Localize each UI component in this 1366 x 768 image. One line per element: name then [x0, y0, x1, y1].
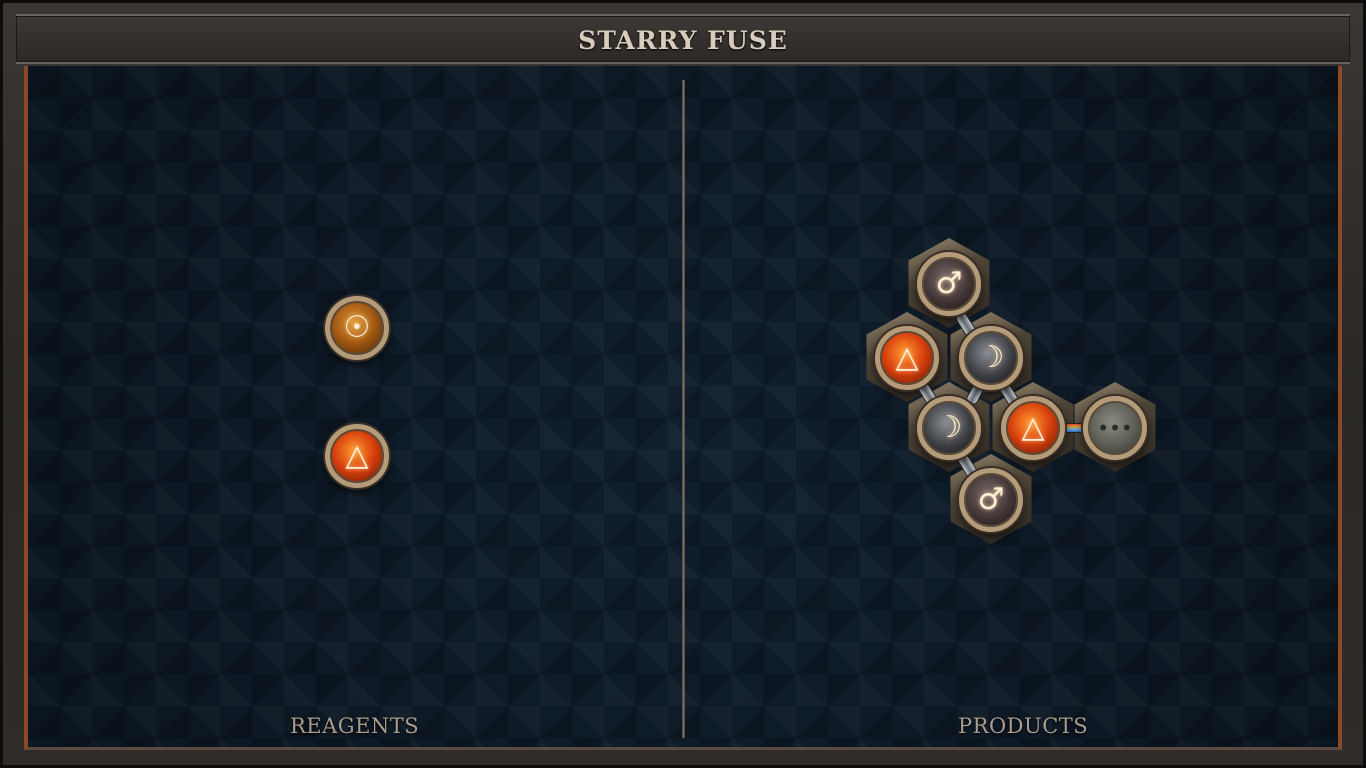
product-atom-fire[interactable]: △: [1001, 396, 1065, 460]
product-atom-iron[interactable]: ♂: [917, 252, 981, 316]
page-title: STARRY FUSE: [578, 26, 788, 55]
product-atom-quintessence[interactable]: •••: [1083, 396, 1147, 460]
ellipsis-icon: •••: [1097, 416, 1133, 440]
product-atom-silver[interactable]: ☽: [917, 396, 981, 460]
fire-symbol-icon: △: [895, 340, 919, 375]
iron-symbol-icon: ♂: [935, 266, 963, 301]
section-divider: [682, 80, 685, 738]
product-atom-fire[interactable]: △: [875, 326, 939, 390]
fire-symbol-icon: △: [345, 438, 369, 473]
reagent-fire-orb[interactable]: △: [325, 424, 389, 488]
salt-symbol-icon: ☉: [343, 310, 371, 345]
products-label: PRODUCTS: [958, 714, 1089, 738]
fire-symbol-icon: △: [1021, 410, 1045, 445]
title-bar: STARRY FUSE: [16, 14, 1350, 64]
iron-symbol-icon: ♂: [977, 482, 1005, 517]
product-atom-iron[interactable]: ♂: [959, 468, 1023, 532]
product-atom-silver[interactable]: ☽: [959, 326, 1023, 390]
silver-symbol-icon: ☽: [935, 410, 963, 445]
reagents-label: REAGENTS: [290, 714, 420, 738]
silver-symbol-icon: ☽: [977, 340, 1005, 375]
reagent-salt-orb[interactable]: ☉: [325, 296, 389, 360]
